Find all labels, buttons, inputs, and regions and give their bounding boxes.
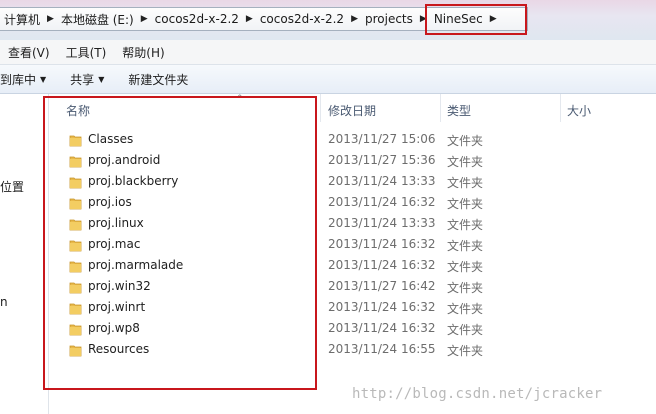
column-date[interactable]: 修改日期 [328, 102, 376, 119]
breadcrumb-cocos2d-sub[interactable]: cocos2d-x-2.2 [256, 12, 348, 26]
file-date: 2013/11/24 16:32 [328, 237, 436, 251]
column-size[interactable]: 大小 [567, 102, 591, 119]
column-divider[interactable] [320, 94, 321, 122]
file-type: 文件夹 [447, 302, 484, 316]
file-date: 2013/11/27 15:06 [328, 132, 436, 146]
file-date: 2013/11/24 16:32 [328, 321, 436, 335]
highlight-box-files [43, 96, 317, 390]
breadcrumb-arrow-icon[interactable]: ▶ [138, 14, 151, 24]
breadcrumb-arrow-icon[interactable]: ▶ [44, 14, 57, 24]
new-folder-button[interactable]: 新建文件夹 [116, 71, 200, 88]
breadcrumb-computer[interactable]: 计算机 [0, 11, 44, 28]
address-bar-area: 计算机 ▶ 本地磁盘 (E:) ▶ cocos2d-x-2.2 ▶ cocos2… [0, 0, 656, 40]
file-type: 文件夹 [447, 239, 484, 253]
menu-view[interactable]: 查看(V) [0, 44, 58, 61]
file-type: 文件夹 [447, 323, 484, 337]
breadcrumb-arrow-icon[interactable]: ▶ [348, 14, 361, 24]
file-type: 文件夹 [447, 197, 484, 211]
file-type: 文件夹 [447, 260, 484, 274]
chevron-down-icon: ▼ [98, 74, 105, 84]
column-type[interactable]: 类型 [447, 102, 471, 119]
file-date: 2013/11/24 16:55 [328, 342, 436, 356]
breadcrumb-cocos2d-root[interactable]: cocos2d-x-2.2 [151, 12, 243, 26]
file-type: 文件夹 [447, 134, 484, 148]
file-type: 文件夹 [447, 344, 484, 358]
file-type: 文件夹 [447, 281, 484, 295]
highlight-box-address [425, 4, 527, 35]
file-type: 文件夹 [447, 218, 484, 232]
file-date: 2013/11/24 16:32 [328, 300, 436, 314]
watermark: http://blog.csdn.net/jcracker [352, 386, 603, 402]
menu-help[interactable]: 帮助(H) [114, 44, 172, 61]
breadcrumb-arrow-icon[interactable]: ▶ [243, 14, 256, 24]
breadcrumb-projects[interactable]: projects [361, 12, 417, 26]
nav-item-partial[interactable]: 位置 [0, 178, 24, 195]
file-type: 文件夹 [447, 155, 484, 169]
file-date: 2013/11/24 13:33 [328, 216, 436, 230]
share-label: 共享 [70, 72, 95, 87]
chevron-down-icon: ▼ [40, 74, 47, 84]
include-in-library-label: 到库中 [0, 72, 37, 87]
file-date: 2013/11/24 13:33 [328, 174, 436, 188]
file-type: 文件夹 [447, 176, 484, 190]
column-divider[interactable] [440, 94, 441, 122]
breadcrumb-drive[interactable]: 本地磁盘 (E:) [57, 11, 138, 28]
file-date: 2013/11/27 16:42 [328, 279, 436, 293]
menu-tools[interactable]: 工具(T) [58, 44, 115, 61]
navigation-pane[interactable]: 位置 n [0, 94, 49, 414]
file-date: 2013/11/24 16:32 [328, 195, 436, 209]
share-button[interactable]: 共享 ▼ [58, 71, 116, 88]
command-toolbar: 到库中 ▼ 共享 ▼ 新建文件夹 [0, 65, 656, 94]
nav-item-partial[interactable]: n [0, 295, 8, 309]
file-date: 2013/11/27 15:36 [328, 153, 436, 167]
menu-bar: 查看(V) 工具(T) 帮助(H) [0, 40, 656, 65]
file-date: 2013/11/24 16:32 [328, 258, 436, 272]
include-in-library-button[interactable]: 到库中 ▼ [0, 71, 58, 88]
column-divider[interactable] [560, 94, 561, 122]
